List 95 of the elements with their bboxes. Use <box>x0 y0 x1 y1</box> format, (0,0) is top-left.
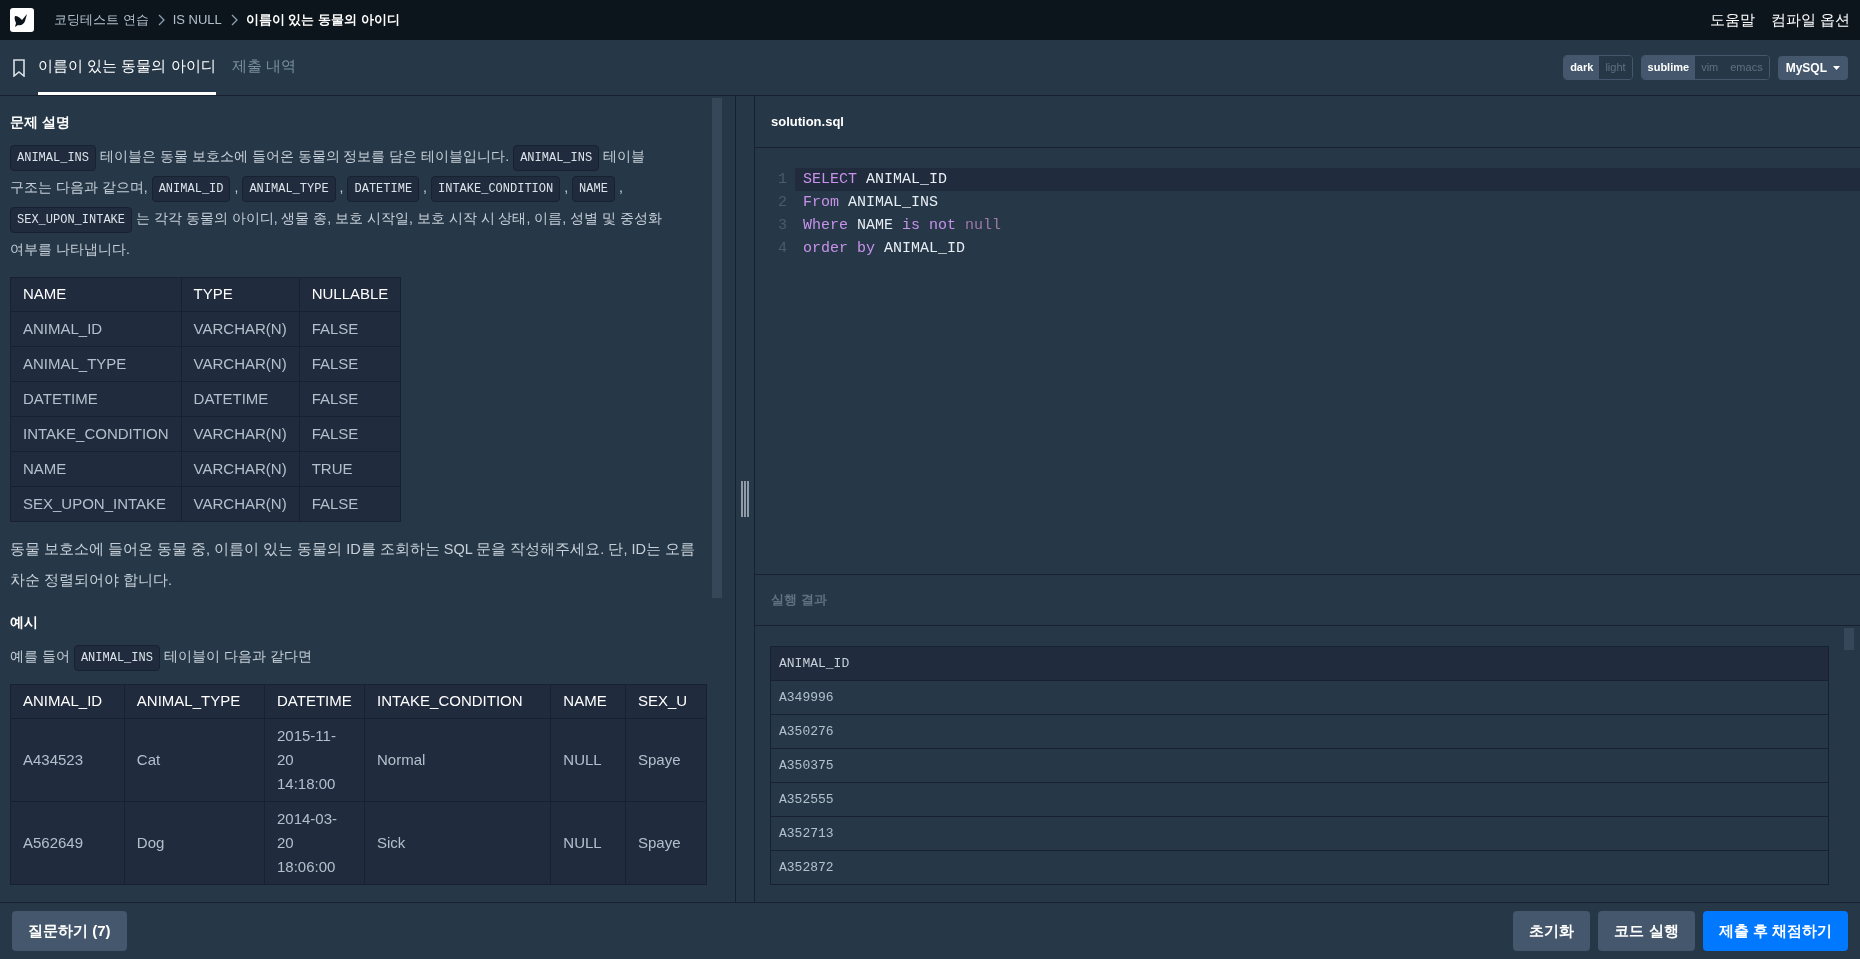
description-text: 테이블이 다음과 같다면 <box>163 648 312 664</box>
language-dropdown[interactable]: MySQL <box>1777 55 1848 80</box>
table-cell: VARCHAR(N) <box>181 416 300 452</box>
description-text: , <box>423 179 427 195</box>
table-header: NAME <box>550 684 626 719</box>
table-cell: A562649 <box>10 801 125 885</box>
table-cell: ANIMAL_TYPE <box>10 346 182 382</box>
table-header: ANIMAL_TYPE <box>124 684 265 719</box>
inline-code: ANIMAL_ID <box>151 176 231 202</box>
table-cell: TRUE <box>299 451 401 487</box>
table-cell: DATETIME <box>181 381 300 417</box>
result-cell: A352555 <box>770 782 1829 817</box>
section-heading: 문제 설명 <box>10 113 71 132</box>
table-cell: NULL <box>550 801 626 885</box>
description-text: 테이블은 동물 보호소에 들어온 동물의 정보를 담은 테이블입니다. <box>100 148 510 164</box>
result-cell: A350276 <box>770 714 1829 749</box>
chevron-icon <box>156 14 165 26</box>
description-text: 테이블 <box>603 148 646 164</box>
result-header: ANIMAL_ID <box>770 646 1829 681</box>
table-cell: FALSE <box>299 311 401 347</box>
table-header: TYPE <box>181 277 300 312</box>
inline-code: ANIMAL_TYPE <box>242 176 336 202</box>
description-text: , <box>234 179 239 195</box>
description-text: 예를 들어 <box>10 648 70 664</box>
toggle-option[interactable]: sublime <box>1641 56 1696 79</box>
table-cell: Normal <box>364 718 551 802</box>
header-link[interactable]: 컴파일 옵션 <box>1770 8 1850 32</box>
breadcrumb-link[interactable]: 이름이 있는 동물의 아이디 <box>245 10 400 30</box>
table-cell: Spaye <box>625 801 707 885</box>
description-text: , <box>339 179 344 195</box>
table-cell: 2014-03-20 18:06:00 <box>264 801 365 885</box>
table-cell: VARCHAR(N) <box>181 486 300 522</box>
table-header: SEX_U <box>625 684 707 719</box>
table-cell: FALSE <box>299 381 401 417</box>
table-header: ANIMAL_ID <box>10 684 125 719</box>
inline-code: ANIMAL_INS <box>10 145 96 171</box>
table-cell: Sick <box>364 801 551 885</box>
resize-handle-icon[interactable] <box>740 481 750 517</box>
table-cell: VARCHAR(N) <box>181 346 300 382</box>
task-text: 동물 보호소에 들어온 동물 중, 이름이 있는 동물의 ID를 조회하는 SQL 문을 작성해주세요. 단, ID는 오름차순 정렬되어야 합니다. <box>10 540 696 590</box>
result-cell: A350375 <box>770 748 1829 783</box>
breadcrumb-link[interactable]: 코딩테스트 연습 <box>54 10 149 30</box>
table-cell: ANIMAL_ID <box>10 311 182 347</box>
table-cell: VARCHAR(N) <box>181 451 300 487</box>
section-heading: 예시 <box>10 613 39 632</box>
inline-code: NAME <box>572 176 615 202</box>
table-cell: A434523 <box>10 718 125 802</box>
table-header: INTAKE_CONDITION <box>364 684 551 719</box>
header-link[interactable]: 도움말 <box>1709 8 1755 32</box>
chevron-icon <box>229 14 238 26</box>
code-line: order by ANIMAL_ID <box>802 239 967 259</box>
description-text: , <box>564 179 569 195</box>
result-cell: A349996 <box>770 680 1829 715</box>
code-line: From ANIMAL_INS <box>802 193 940 213</box>
result-cell: A352713 <box>770 816 1829 851</box>
table-header: NULLABLE <box>299 277 401 312</box>
table-cell: FALSE <box>299 346 401 382</box>
description-text: 는 각각 동물의 아이디, 생물 종, 보호 시작일, 보호 시작 시 상태, 이름, 성별 및 중성화 <box>136 210 662 226</box>
file-name: solution.sql <box>771 112 844 131</box>
caret-icon <box>1833 65 1840 70</box>
table-cell: INTAKE_CONDITION <box>10 416 182 452</box>
action-button[interactable]: 제출 후 채점하기 <box>1702 911 1848 951</box>
inline-code: ANIMAL_INS <box>73 645 160 671</box>
table-cell: SEX_UPON_INTAKE <box>10 486 182 522</box>
table-cell: 2015-11-20 14:18:00 <box>264 718 365 802</box>
result-heading: 실행 결과 <box>771 591 827 610</box>
table-header: NAME <box>10 277 182 312</box>
table-cell: NULL <box>550 718 626 802</box>
result-cell: A352872 <box>770 850 1829 885</box>
code-line: Where NAME is not null <box>802 216 1003 236</box>
table-cell: FALSE <box>299 416 401 452</box>
inline-code: INTAKE_CONDITION <box>431 176 561 202</box>
table-cell: DATETIME <box>10 381 182 417</box>
table-cell: FALSE <box>299 486 401 522</box>
table-cell: Spaye <box>625 718 707 802</box>
description-text: 구조는 다음과 같으며, <box>10 179 148 195</box>
ask-question-button[interactable]: 질문하기 (7) <box>12 911 127 951</box>
toggle-option[interactable]: dark <box>1564 56 1600 79</box>
problem-tab[interactable]: 이름이 있는 동물의 아이디 <box>38 40 216 95</box>
problem-tab[interactable]: 제출 내역 <box>231 40 296 95</box>
table-cell: VARCHAR(N) <box>181 311 300 347</box>
inline-code: DATETIME <box>347 176 420 202</box>
action-button[interactable]: 초기화 <box>1513 911 1591 951</box>
description-text: , <box>618 179 623 195</box>
bookmark-icon <box>12 59 26 77</box>
table-cell: NAME <box>10 451 182 487</box>
description-text: 여부를 나타냅니다. <box>10 241 130 257</box>
bird-logo-icon <box>10 8 34 32</box>
breadcrumb-link[interactable]: IS NULL <box>172 10 222 30</box>
action-button[interactable]: 코드 실행 <box>1598 911 1695 951</box>
inline-code: SEX_UPON_INTAKE <box>10 207 133 233</box>
inline-code: ANIMAL_INS <box>513 145 600 171</box>
table-cell: Dog <box>124 801 265 885</box>
table-header: DATETIME <box>264 684 365 719</box>
table-cell: Cat <box>124 718 265 802</box>
